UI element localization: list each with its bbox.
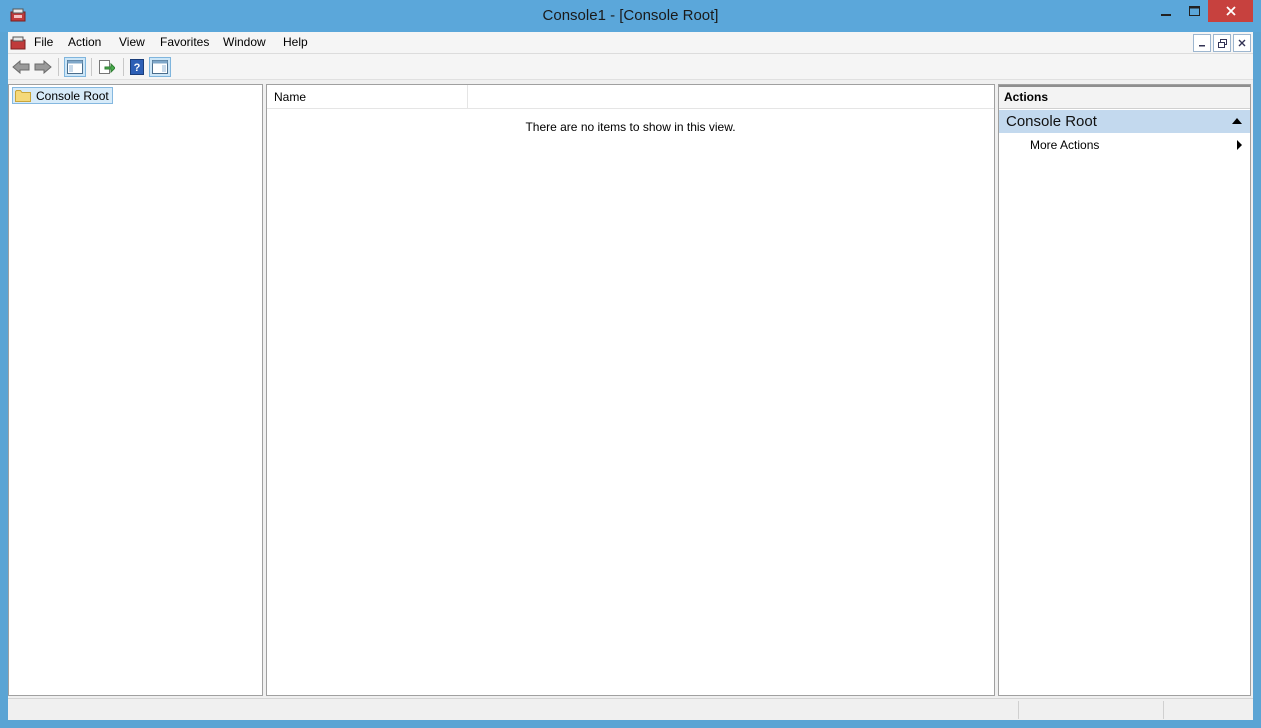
back-button[interactable] xyxy=(10,57,32,77)
close-button[interactable] xyxy=(1208,0,1253,22)
column-header-name[interactable]: Name xyxy=(267,85,468,109)
help-icon: ? xyxy=(130,59,144,75)
close-icon xyxy=(1225,6,1236,16)
status-segment xyxy=(1018,701,1019,719)
toolbar: ? xyxy=(8,54,1253,80)
tree-node-console-root[interactable]: Console Root xyxy=(12,87,113,104)
back-arrow-icon xyxy=(12,60,30,74)
menu-view[interactable]: View xyxy=(119,35,145,49)
minimize-button[interactable] xyxy=(1152,0,1180,22)
mdi-window-controls xyxy=(1191,34,1251,52)
show-hide-console-tree-icon xyxy=(67,60,83,74)
export-list-button[interactable] xyxy=(96,57,118,77)
forward-button[interactable] xyxy=(32,57,54,77)
title-bar[interactable]: Console1 - [Console Root] xyxy=(0,0,1261,32)
close-icon xyxy=(1238,39,1246,47)
restore-icon xyxy=(1217,38,1227,48)
show-hide-action-pane-icon xyxy=(152,60,168,74)
help-button[interactable]: ? xyxy=(126,57,148,77)
tree-node-label: Console Root xyxy=(36,88,109,103)
menu-action[interactable]: Action xyxy=(68,35,101,49)
toolbar-separator xyxy=(91,58,92,76)
export-list-icon xyxy=(99,60,115,74)
action-more-actions[interactable]: More Actions xyxy=(1030,138,1099,152)
show-hide-console-tree-button[interactable] xyxy=(64,57,86,77)
actions-pane: Actions Console Root More Actions xyxy=(998,84,1251,696)
list-header: Name xyxy=(267,85,994,109)
window-title: Console1 - [Console Root] xyxy=(542,7,719,24)
forward-arrow-icon xyxy=(34,60,52,74)
client-area: File Action View Favorites Window Help ?… xyxy=(8,32,1253,720)
show-hide-action-pane-button[interactable] xyxy=(149,57,171,77)
console-tree-pane[interactable]: Console Root xyxy=(8,84,263,696)
submenu-arrow-icon[interactable] xyxy=(1237,140,1242,150)
collapse-arrow-icon[interactable] xyxy=(1232,118,1242,124)
actions-header: Actions xyxy=(999,85,1250,109)
menu-help[interactable]: Help xyxy=(283,35,308,49)
status-bar xyxy=(8,698,1253,720)
minimize-icon xyxy=(1161,14,1171,16)
maximize-button[interactable] xyxy=(1180,0,1208,22)
folder-icon xyxy=(15,90,31,102)
minimize-icon xyxy=(1199,45,1205,47)
menu-bar: File Action View Favorites Window Help xyxy=(8,32,1253,54)
actions-section-console-root[interactable]: Console Root xyxy=(999,110,1250,133)
empty-list-message: There are no items to show in this view. xyxy=(525,120,736,134)
mdi-minimize-button[interactable] xyxy=(1193,34,1211,52)
menu-favorites[interactable]: Favorites xyxy=(160,35,209,49)
results-list-pane[interactable]: Name There are no items to show in this … xyxy=(266,84,995,696)
menu-file[interactable]: File xyxy=(34,35,53,49)
status-segment xyxy=(1163,701,1164,719)
console-icon[interactable] xyxy=(10,35,26,51)
toolbar-separator xyxy=(58,58,59,76)
svg-text:?: ? xyxy=(134,62,141,74)
mdi-close-button[interactable] xyxy=(1233,34,1251,52)
menu-window[interactable]: Window xyxy=(223,35,266,49)
actions-section-title: Console Root xyxy=(1006,113,1097,130)
mmc-window: Console1 - [Console Root] File Action Vi… xyxy=(0,0,1261,728)
mdi-restore-button[interactable] xyxy=(1213,34,1231,52)
maximize-icon xyxy=(1188,6,1200,16)
toolbar-separator xyxy=(123,58,124,76)
